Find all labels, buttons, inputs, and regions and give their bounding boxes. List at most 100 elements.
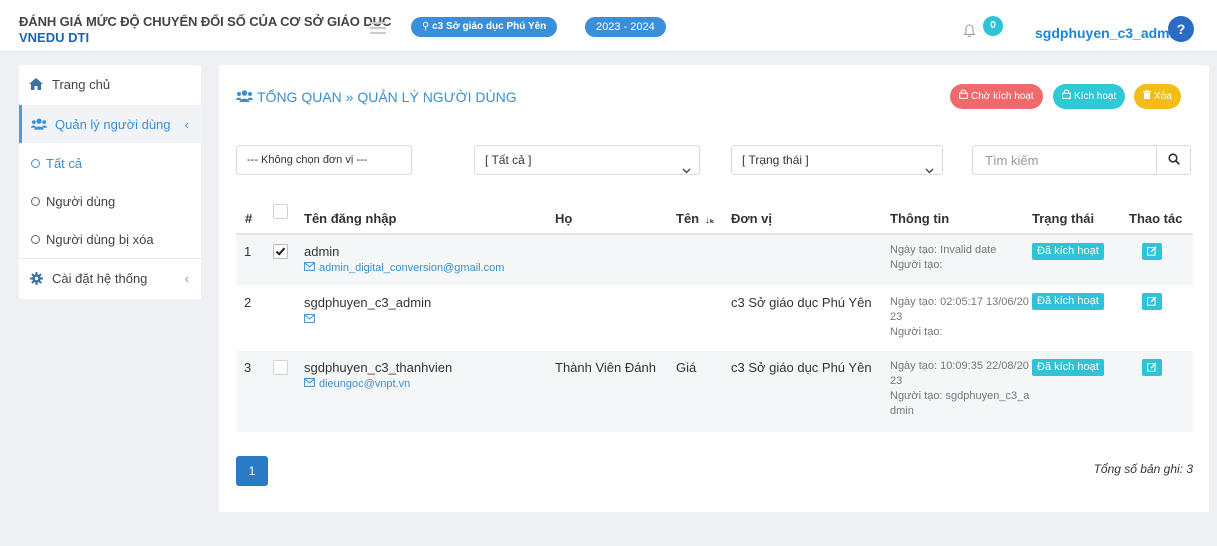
row-checkbox[interactable] bbox=[273, 244, 288, 259]
app-brand[interactable]: ĐÁNH GIÁ MỨC ĐỘ CHUYỂN ĐỔI SỐ CỦA CƠ SỞ … bbox=[19, 14, 391, 46]
unit-filter-select[interactable]: --- Không chọn đơn vị --- bbox=[236, 145, 412, 175]
sidebar-item-user-management[interactable]: Quản lý người dùng ‹ bbox=[19, 105, 201, 143]
search-input[interactable] bbox=[973, 146, 1157, 174]
column-status[interactable]: Trạng thái bbox=[1032, 211, 1094, 226]
breadcrumb-text: TỔNG QUAN » QUẢN LÝ NGƯỜI DÙNG bbox=[257, 89, 517, 105]
sidebar-item-home[interactable]: Trang chủ bbox=[19, 65, 201, 103]
row-index: 1 bbox=[244, 244, 252, 259]
sidebar-item-label: Cài đặt hệ thống bbox=[52, 270, 148, 286]
row-username: sgdphuyen_c3_admin bbox=[304, 295, 432, 310]
edit-icon bbox=[1147, 360, 1157, 375]
status-filter-select[interactable]: [ Trạng thái ] bbox=[731, 145, 943, 175]
row-info: Ngày tạo: Invalid date Người tạo: bbox=[890, 243, 1030, 273]
delete-button[interactable]: Xóa bbox=[1134, 84, 1181, 109]
status-badge: Đã kích hoạt bbox=[1032, 359, 1104, 376]
sidebar-subitem-label: Tất cả bbox=[46, 155, 83, 171]
row-email-text: admin_digital_conversion@gmail.com bbox=[319, 262, 505, 274]
circle-icon bbox=[31, 234, 40, 244]
row-checkbox[interactable] bbox=[273, 360, 288, 375]
trash-icon bbox=[1143, 84, 1151, 109]
location-icon: ⚲ bbox=[422, 21, 430, 32]
menu-toggle-icon[interactable] bbox=[370, 22, 386, 34]
envelope-icon bbox=[304, 262, 315, 274]
edit-icon bbox=[1147, 294, 1157, 309]
unit-selector[interactable]: ⚲ c3 Sở giáo dục Phú Yên bbox=[411, 17, 558, 37]
sidebar-subitem-label: Người dùng bbox=[46, 193, 116, 209]
pending-activation-label: Chờ kích hoạt bbox=[971, 91, 1034, 102]
column-info[interactable]: Thông tin bbox=[890, 211, 949, 226]
column-index: # bbox=[245, 211, 253, 226]
row-first-name: Giá bbox=[676, 360, 697, 375]
bell-icon[interactable] bbox=[963, 24, 976, 41]
row-index: 3 bbox=[244, 360, 252, 375]
pending-activation-button[interactable]: Chờ kích hoạt bbox=[950, 84, 1043, 109]
column-unit[interactable]: Đơn vị bbox=[731, 211, 772, 226]
sidebar-subitem-all[interactable]: Tất cả bbox=[19, 144, 201, 182]
edit-button[interactable] bbox=[1142, 293, 1162, 310]
sidebar-item-label: Quản lý người dùng bbox=[55, 116, 171, 132]
status-badge: Đã kích hoạt bbox=[1032, 293, 1104, 310]
sidebar-subitem-users[interactable]: Người dùng bbox=[19, 182, 201, 220]
sidebar-subitem-label: Người dùng bị xóa bbox=[46, 231, 154, 247]
circle-icon bbox=[31, 158, 40, 168]
row-email-text: dieungoc@vnpt.vn bbox=[319, 378, 411, 390]
notification-count-badge[interactable]: 0 bbox=[983, 16, 1003, 36]
help-button[interactable]: ? bbox=[1168, 16, 1194, 42]
row-email[interactable]: dieungoc@vnpt.vn bbox=[304, 378, 410, 390]
chevron-down-icon bbox=[925, 156, 934, 184]
column-first-name[interactable]: Tên ↓ₖ bbox=[676, 211, 715, 226]
app-title: ĐÁNH GIÁ MỨC ĐỘ CHUYỂN ĐỔI SỐ CỦA CƠ SỞ … bbox=[19, 14, 392, 29]
select-all-checkbox[interactable] bbox=[273, 204, 288, 219]
category-filter-select[interactable]: [ Tất cả ] bbox=[474, 145, 700, 175]
row-unit: c3 Sở giáo dục Phú Yên bbox=[731, 295, 872, 310]
row-email[interactable] bbox=[304, 314, 319, 326]
status-badge: Đã kích hoạt bbox=[1032, 243, 1104, 260]
column-first-name-label: Tên bbox=[676, 211, 700, 226]
main-panel: TỔNG QUAN » QUẢN LÝ NGƯỜI DÙNG Chờ kích … bbox=[219, 65, 1209, 512]
table-row[interactable]: 3 sgdphuyen_c3_thanhvien dieungoc@vnpt.v… bbox=[236, 351, 1193, 432]
row-email[interactable]: admin_digital_conversion@gmail.com bbox=[304, 262, 504, 274]
table-row[interactable]: 1 admin admin_digital_conversion@gmail.c… bbox=[236, 235, 1193, 285]
page-button-1[interactable]: 1 bbox=[236, 456, 268, 486]
table-row[interactable]: 2 sgdphuyen_c3_admin c3 Sở giáo dục Phú … bbox=[236, 285, 1193, 351]
column-username[interactable]: Tên đăng nhập bbox=[304, 211, 396, 226]
sidebar-item-label: Trang chủ bbox=[52, 76, 111, 92]
row-creator: Người tạo: bbox=[890, 259, 943, 271]
total-records: Tổng số bản ghi: 3 bbox=[1093, 462, 1193, 476]
row-created-date: Ngày tạo: Invalid date bbox=[890, 244, 997, 256]
search-button[interactable] bbox=[1156, 146, 1190, 174]
row-username: admin bbox=[304, 244, 340, 259]
circle-icon bbox=[31, 196, 40, 206]
home-icon bbox=[28, 78, 44, 90]
delete-label: Xóa bbox=[1154, 91, 1172, 102]
row-creator: Người tạo: bbox=[890, 326, 943, 338]
category-filter-value: [ Tất cả ] bbox=[485, 153, 532, 167]
row-index: 2 bbox=[244, 295, 252, 310]
chevron-down-icon bbox=[682, 156, 691, 184]
envelope-icon bbox=[304, 378, 315, 390]
search-icon bbox=[1167, 152, 1180, 168]
row-created-date: Ngày tạo: 02:05:17 13/06/2023 bbox=[890, 296, 1029, 323]
activate-button[interactable]: Kích hoạt bbox=[1053, 84, 1126, 109]
envelope-icon bbox=[304, 314, 315, 326]
school-year-selector[interactable]: 2023 - 2024 bbox=[585, 17, 666, 37]
row-info: Ngày tạo: 10:09:35 22/08/2023 Người tạo:… bbox=[890, 359, 1030, 419]
row-last-name: Thành Viên Đánh bbox=[555, 360, 656, 375]
edit-button[interactable] bbox=[1142, 359, 1162, 376]
sidebar-item-system-settings[interactable]: Cài đặt hệ thống ‹ bbox=[19, 259, 201, 297]
chevron-left-icon: ‹ bbox=[184, 116, 189, 132]
users-icon bbox=[31, 118, 47, 130]
chevron-left-icon: ‹ bbox=[184, 270, 189, 286]
app-subtitle: VNEDU DTI bbox=[19, 30, 90, 45]
school-year-label: 2023 - 2024 bbox=[596, 21, 655, 33]
row-creator: Người tạo: sgdphuyen_c3_admin bbox=[890, 390, 1030, 417]
column-last-name[interactable]: Họ bbox=[555, 211, 572, 226]
sidebar-subitem-deleted-users[interactable]: Người dùng bị xóa bbox=[19, 220, 201, 258]
breadcrumb: TỔNG QUAN » QUẢN LÝ NGƯỜI DÙNG bbox=[236, 89, 517, 105]
edit-button[interactable] bbox=[1142, 243, 1162, 260]
gear-icon bbox=[28, 271, 44, 285]
sort-alpha-icon: ↓ₖ bbox=[704, 215, 715, 226]
user-menu[interactable]: sgdphuyen_c3_admin bbox=[1035, 25, 1182, 41]
lock-icon bbox=[1062, 84, 1071, 109]
row-unit: c3 Sở giáo dục Phú Yên bbox=[731, 360, 872, 375]
